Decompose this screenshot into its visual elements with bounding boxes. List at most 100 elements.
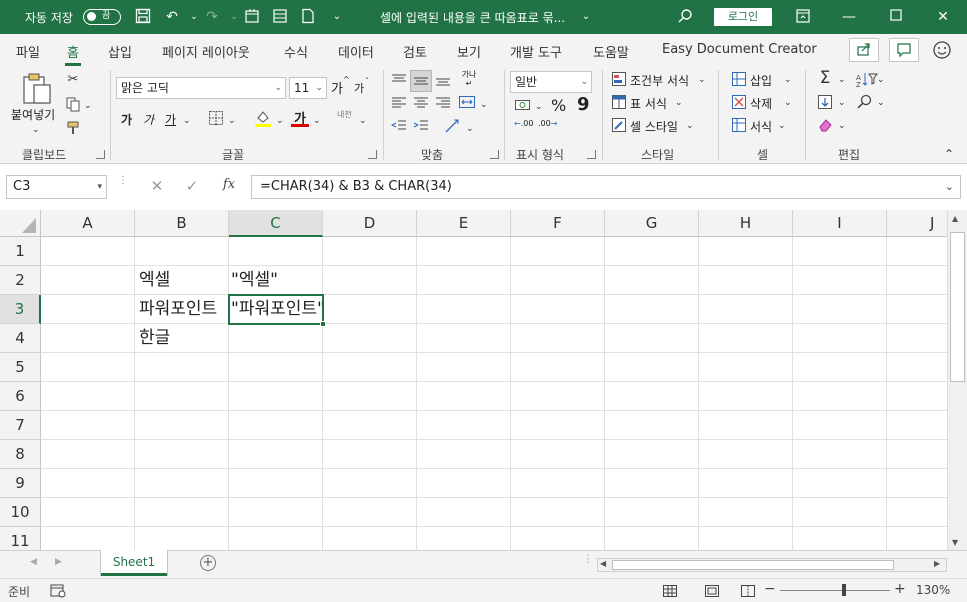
row-header-8[interactable]: 8: [0, 440, 41, 469]
column-header-j[interactable]: J: [887, 210, 947, 237]
orientation-icon[interactable]: [444, 118, 462, 139]
scroll-left-icon[interactable]: ◀: [600, 559, 606, 568]
row-header-11[interactable]: 11: [0, 527, 41, 550]
select-all-button[interactable]: [0, 210, 41, 237]
cancel-icon[interactable]: ✕: [148, 177, 166, 195]
phonetic-guide-button[interactable]: 내천: [337, 109, 352, 120]
scroll-up-icon[interactable]: ▲: [952, 214, 958, 223]
bold-button[interactable]: 가: [121, 111, 132, 128]
grow-font-button[interactable]: 가: [331, 78, 343, 97]
comments-button[interactable]: [889, 38, 919, 62]
column-header-i[interactable]: I: [793, 210, 887, 237]
format-cells-icon[interactable]: [731, 117, 747, 138]
cell-b4[interactable]: 한글: [135, 324, 229, 353]
form-icon[interactable]: [271, 8, 289, 26]
fill-color-icon[interactable]: [253, 108, 273, 133]
insert-dropdown-icon[interactable]: ⌄: [784, 72, 792, 88]
zoom-out-icon[interactable]: −: [764, 581, 776, 597]
find-select-icon[interactable]: [856, 94, 874, 115]
tab-home[interactable]: 홈: [65, 42, 81, 66]
wrap-text-button[interactable]: 가나 ↵: [459, 70, 479, 92]
page-layout-view-icon[interactable]: [704, 583, 720, 599]
scroll-down-icon[interactable]: ▼: [952, 538, 958, 547]
format-cells-button[interactable]: 서식: [750, 118, 772, 135]
tab-splitter-icon[interactable]: ⋮: [583, 555, 593, 565]
formula-splitter-icon[interactable]: ⋮: [118, 176, 128, 194]
row-header-9[interactable]: 9: [0, 469, 41, 498]
row-header-1[interactable]: 1: [0, 237, 41, 266]
save-icon[interactable]: [134, 8, 152, 26]
underline-button[interactable]: 가: [165, 111, 176, 128]
align-top-icon[interactable]: [390, 73, 408, 92]
cut-icon[interactable]: ✂: [65, 72, 81, 88]
font-color-dropdown-icon[interactable]: ⌄: [313, 113, 321, 129]
table-format-dropdown-icon[interactable]: ⌄: [675, 95, 683, 111]
customize-qat-icon[interactable]: ⌄: [328, 8, 346, 26]
font-size-select[interactable]: 11 ⌄: [289, 77, 327, 99]
font-color-icon[interactable]: 가: [290, 108, 310, 128]
sort-filter-dropdown-icon[interactable]: ⌄: [877, 72, 885, 88]
alignment-launcher-icon[interactable]: [490, 150, 499, 159]
horizontal-scrollbar[interactable]: ◀ ▶: [597, 558, 947, 572]
copy-dropdown-icon[interactable]: ⌄: [84, 98, 92, 114]
format-dropdown-icon[interactable]: ⌄: [778, 118, 786, 134]
conditional-formatting-button[interactable]: 조건부 서식: [630, 72, 689, 89]
fill-color-dropdown-icon[interactable]: ⌄: [276, 113, 284, 129]
vertical-scrollbar[interactable]: ▲ ▼: [947, 210, 967, 550]
minimize-icon[interactable]: —: [840, 8, 858, 26]
autosum-icon[interactable]: Σ: [817, 70, 833, 87]
row-header-4[interactable]: 4: [0, 324, 41, 353]
tab-view[interactable]: 보기: [457, 42, 481, 61]
search-icon[interactable]: [676, 8, 694, 26]
borders-dropdown-icon[interactable]: ⌄: [228, 113, 236, 129]
clear-icon[interactable]: [817, 117, 833, 138]
tab-formulas[interactable]: 수식: [284, 42, 308, 61]
share-button[interactable]: [849, 38, 879, 62]
conditional-formatting-icon[interactable]: [611, 71, 627, 92]
decrease-decimal-button[interactable]: .00→: [538, 120, 560, 138]
zoom-in-icon[interactable]: +: [894, 581, 906, 597]
formula-input[interactable]: =CHAR(34) & B3 & CHAR(34) ⌄: [251, 175, 961, 199]
autosum-dropdown-icon[interactable]: ⌄: [838, 72, 846, 88]
row-header-2[interactable]: 2: [0, 266, 41, 295]
format-as-table-icon[interactable]: [611, 94, 627, 115]
format-as-table-button[interactable]: 표 서식: [630, 95, 667, 112]
row-header-10[interactable]: 10: [0, 498, 41, 527]
column-header-f[interactable]: F: [511, 210, 605, 237]
ribbon-display-icon[interactable]: [794, 8, 812, 26]
column-header-e[interactable]: E: [417, 210, 511, 237]
accounting-format-icon[interactable]: [514, 97, 532, 118]
tab-insert[interactable]: 삽입: [108, 42, 132, 61]
row-header-3[interactable]: 3: [0, 295, 41, 324]
undo-dropdown-icon[interactable]: ⌄: [185, 8, 203, 26]
maximize-icon[interactable]: [887, 8, 905, 26]
paste-button-label[interactable]: 붙여넣기: [11, 106, 55, 123]
vertical-scroll-thumb[interactable]: [950, 232, 965, 382]
delete-dropdown-icon[interactable]: ⌄: [784, 95, 792, 111]
underline-dropdown-icon[interactable]: ⌄: [183, 113, 191, 129]
zoom-slider[interactable]: [780, 584, 890, 596]
find-dropdown-icon[interactable]: ⌄: [877, 95, 885, 111]
document-icon[interactable]: [299, 8, 317, 26]
normal-view-icon[interactable]: [662, 583, 678, 599]
name-box[interactable]: C3 ▾: [6, 175, 107, 199]
zoom-slider-thumb[interactable]: [842, 584, 846, 596]
insert-cells-icon[interactable]: [731, 71, 747, 92]
align-right-icon[interactable]: [434, 96, 452, 115]
redo-icon[interactable]: ↷: [203, 8, 221, 26]
tab-developer[interactable]: 개발 도구: [510, 42, 562, 61]
borders-icon[interactable]: [207, 110, 225, 131]
redo-dropdown-icon[interactable]: ⌄: [225, 8, 243, 26]
page-break-view-icon[interactable]: [740, 583, 756, 599]
accessibility-icon[interactable]: [50, 584, 66, 598]
autosave-toggle[interactable]: 끔: [83, 9, 121, 25]
cell-styles-button[interactable]: 셀 스타일: [630, 118, 678, 135]
insert-cells-button[interactable]: 삽입: [750, 72, 772, 89]
cell-styles-icon[interactable]: [611, 117, 627, 138]
sheet-tab-sheet1[interactable]: Sheet1: [101, 550, 167, 576]
expand-formula-bar-icon[interactable]: ⌄: [945, 176, 954, 198]
fill-handle[interactable]: [320, 321, 326, 327]
percent-style-button[interactable]: %: [551, 96, 566, 115]
cell-c2[interactable]: "엑셀": [229, 266, 323, 295]
align-center-icon[interactable]: [412, 96, 430, 115]
